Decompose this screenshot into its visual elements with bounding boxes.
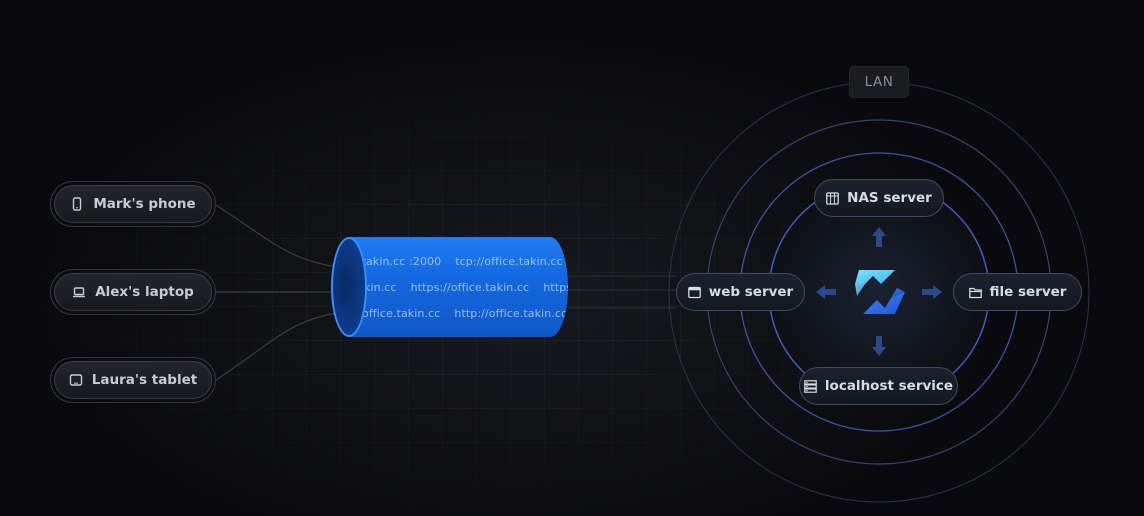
device-lauras-tablet[interactable]: Laura's tablet [50,357,216,403]
tunnel-url-row-1: .takin.cc :2000 tcp://office.takin.cc [358,255,568,268]
tunnel-cylinder: .takin.cc :2000 tcp://office.takin.cc kin… [332,237,568,337]
lan-label: LAN [849,66,909,98]
tunnel-url: .takin.cc :2000 [358,255,442,268]
tablet-icon [69,374,82,386]
tunnel-url: https://office.takin.cc [410,281,530,294]
database-icon [804,379,817,393]
browser-window-icon [687,286,701,298]
service-label: localhost service [824,378,954,394]
service-localhost[interactable]: localhost service [799,367,958,405]
tunnel-url-row-3: office.takin.cc http://office.takin.cc:20 [362,307,568,320]
takin-logo-icon [855,270,905,314]
laptop-icon [73,287,86,298]
service-label: file server [989,284,1067,300]
tunnel-url: office.takin.cc [362,307,441,320]
service-label: NAS server [847,190,932,206]
connector-phone [215,204,346,269]
tunnel-url: tcp://office.takin.cc [455,255,563,268]
device-label: Laura's tablet [91,372,198,388]
tunnel-url: http://office.takin.cc:20 [454,307,568,320]
device-label: Alex's laptop [95,284,194,300]
service-label: web server [708,284,794,300]
service-nas-server[interactable]: NAS server [814,179,944,217]
service-web-server[interactable]: web server [676,273,805,311]
tunnel-url-row-2: kin.cc https://office.takin.cc https:/ [364,281,568,294]
network-diagram: Mark's phone Alex's laptop Laura's table… [0,0,1144,516]
diagram-connectors [215,81,1090,503]
folder-icon [968,287,982,298]
tunnel-url: https:/ [543,281,568,294]
connector-tablet [215,311,346,381]
service-file-server[interactable]: file server [953,273,1082,311]
server-rack-icon [826,191,840,205]
device-alexs-laptop[interactable]: Alex's laptop [50,269,216,315]
device-label: Mark's phone [93,196,196,212]
tunnel-opening [331,237,367,337]
tunnel-url: kin.cc [364,281,397,294]
phone-icon [73,197,82,211]
device-marks-phone[interactable]: Mark's phone [50,181,216,227]
